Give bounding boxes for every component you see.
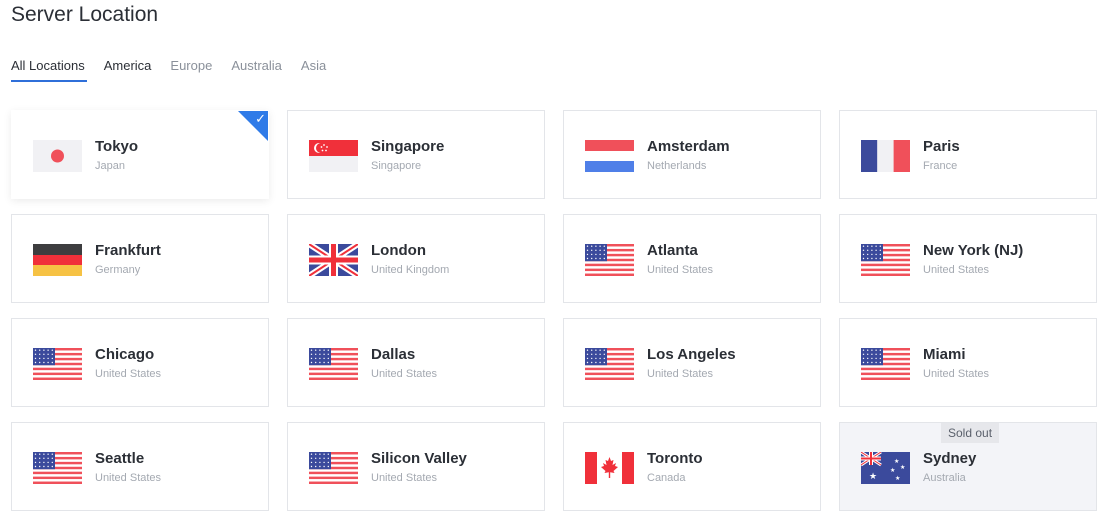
location-country: United Kingdom <box>371 264 450 276</box>
location-card-toronto[interactable]: Toronto Canada <box>563 422 821 511</box>
location-country: Netherlands <box>647 160 707 172</box>
location-card-seattle[interactable]: Seattle United States <box>11 422 269 511</box>
location-city: Chicago <box>95 346 155 363</box>
location-country: United States <box>95 472 162 484</box>
tab-australia[interactable]: Australia <box>231 56 282 82</box>
location-city: New York (NJ) <box>923 242 1024 259</box>
location-card-silicon-valley[interactable]: Silicon Valley United States <box>287 422 545 511</box>
location-country: Australia <box>923 472 966 484</box>
svg-text:★: ★ <box>869 472 877 482</box>
location-card-amsterdam[interactable]: Amsterdam Netherlands <box>563 110 821 199</box>
location-city: Atlanta <box>647 242 698 259</box>
uk-flag-icon <box>309 244 358 276</box>
location-country: United States <box>647 264 714 276</box>
location-card-miami[interactable]: Miami United States <box>839 318 1097 407</box>
tab-all-locations[interactable]: All Locations <box>11 56 87 82</box>
sold-out-badge: Sold out <box>941 423 1000 443</box>
location-city: Dallas <box>371 346 416 363</box>
location-country: United States <box>95 368 162 380</box>
singapore-flag-icon <box>309 140 358 172</box>
us-flag-icon <box>585 348 634 380</box>
location-city: Seattle <box>95 450 145 467</box>
netherlands-flag-icon <box>585 140 634 172</box>
japan-flag-icon <box>33 140 82 172</box>
svg-text:★: ★ <box>890 467 895 474</box>
location-city: Miami <box>923 346 966 363</box>
location-city: Amsterdam <box>647 138 730 155</box>
us-flag-icon <box>861 348 910 380</box>
germany-flag-icon <box>33 244 82 276</box>
location-card-singapore[interactable]: Singapore Singapore <box>287 110 545 199</box>
us-flag-icon <box>33 348 82 380</box>
location-card-frankfurt[interactable]: Frankfurt Germany <box>11 214 269 303</box>
location-card-atlanta[interactable]: Atlanta United States <box>563 214 821 303</box>
location-city: Toronto <box>647 450 703 467</box>
canada-flag-icon <box>585 452 634 484</box>
location-card-tokyo[interactable]: Tokyo Japan ✓ <box>11 110 269 199</box>
svg-text:★: ★ <box>895 475 900 482</box>
location-country: United States <box>647 368 714 380</box>
location-country: Singapore <box>371 160 422 172</box>
location-country: United States <box>371 472 438 484</box>
location-country: Japan <box>95 160 125 172</box>
location-country: France <box>923 160 958 172</box>
location-country: Germany <box>95 264 141 276</box>
location-tabs: All Locations America Europe Australia A… <box>11 56 345 84</box>
location-card-chicago[interactable]: Chicago United States <box>11 318 269 407</box>
location-city: Singapore <box>371 138 445 155</box>
us-flag-icon <box>309 348 358 380</box>
tab-america[interactable]: America <box>104 56 152 82</box>
us-flag-icon <box>585 244 634 276</box>
location-city: Sydney <box>923 450 977 467</box>
australia-flag-icon: ★ ★ ★ ★ ★ <box>861 452 910 484</box>
location-country: United States <box>923 368 990 380</box>
location-card-sydney[interactable]: Sold out ★ ★ ★ ★ ★ Sydney Australia <box>839 422 1097 511</box>
location-card-dallas[interactable]: Dallas United States <box>287 318 545 407</box>
location-city: Frankfurt <box>95 242 161 259</box>
location-city: Los Angeles <box>647 346 736 363</box>
tab-europe[interactable]: Europe <box>170 56 212 82</box>
france-flag-icon <box>861 140 910 172</box>
location-city: Tokyo <box>95 138 139 155</box>
location-grid: Tokyo Japan ✓ Singapore Singapore Amster… <box>11 110 1097 511</box>
location-city: Paris <box>923 138 960 155</box>
location-country: Canada <box>647 472 686 484</box>
tab-asia[interactable]: Asia <box>301 56 326 82</box>
us-flag-icon <box>309 452 358 484</box>
svg-text:★: ★ <box>900 464 905 471</box>
svg-text:★: ★ <box>894 458 899 465</box>
checkmark-icon: ✓ <box>255 111 266 126</box>
page-title: Server Location <box>11 3 159 26</box>
location-card-london[interactable]: London United Kingdom <box>287 214 545 303</box>
us-flag-icon <box>861 244 910 276</box>
location-country: United States <box>371 368 438 380</box>
location-country: United States <box>923 264 990 276</box>
location-city: Silicon Valley <box>371 450 467 467</box>
location-card-paris[interactable]: Paris France <box>839 110 1097 199</box>
location-card-new-york[interactable]: New York (NJ) United States <box>839 214 1097 303</box>
us-flag-icon <box>33 452 82 484</box>
location-city: London <box>371 242 426 259</box>
location-card-los-angeles[interactable]: Los Angeles United States <box>563 318 821 407</box>
